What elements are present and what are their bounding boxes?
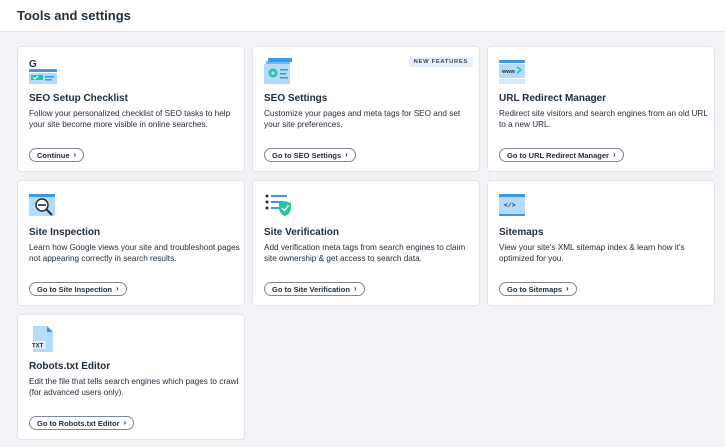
txt-file-icon: TXT <box>29 326 57 352</box>
continue-button[interactable]: Continue › <box>29 148 85 162</box>
card-title: SEO Settings <box>264 93 328 104</box>
chevron-right-icon: › <box>566 284 569 293</box>
txt-label: TXT <box>32 344 44 350</box>
go-to-robots-txt-editor-button[interactable]: Go to Robots.txt Editor › <box>29 416 135 430</box>
card-robots-txt-editor: TXT Robots.txt Editor Edit the file that… <box>17 314 245 440</box>
page-title: Tools and settings <box>17 8 131 23</box>
go-to-site-verification-button[interactable]: Go to Site Verification › <box>264 282 365 296</box>
button-label: Go to Site Verification <box>272 284 350 294</box>
card-title: Robots.txt Editor <box>29 361 111 372</box>
card-description: Learn how Google views your site and tro… <box>29 243 240 263</box>
www-label: www <box>501 69 516 75</box>
code-sitemap-icon: </> <box>499 192 527 218</box>
card-title: Site Verification <box>264 227 340 238</box>
card-seo-settings: NEW FEATURES SEO Settings Customize your… <box>252 46 480 172</box>
card-url-redirect-manager: www URL Redirect Manager Redirect site v… <box>487 46 715 172</box>
svg-text:G: G <box>29 59 37 70</box>
card-site-verification: Site Verification Add verification meta … <box>252 180 480 306</box>
button-label: Go to Sitemaps <box>507 284 563 294</box>
card-title: URL Redirect Manager <box>499 93 607 104</box>
chevron-right-icon: › <box>116 284 119 293</box>
card-description: View your site's XML sitemap index & lea… <box>499 243 685 263</box>
google-checklist-icon: G <box>29 58 57 84</box>
button-label: Continue <box>37 150 70 160</box>
chevron-right-icon: › <box>345 150 348 159</box>
card-description: Edit the file that tells search engines … <box>29 377 239 397</box>
button-label: Go to URL Redirect Manager <box>507 150 609 160</box>
go-to-seo-settings-button[interactable]: Go to SEO Settings › <box>264 148 356 162</box>
chevron-right-icon: › <box>612 150 616 159</box>
button-label: Go to Site Inspection <box>37 284 113 294</box>
chevron-right-icon: › <box>73 150 77 159</box>
page-header: Tools and settings <box>0 0 725 32</box>
card-site-inspection: Site Inspection Learn how Google views y… <box>17 180 245 306</box>
settings-gear-icon <box>264 58 292 84</box>
card-description: Add verification meta tags from search e… <box>264 243 466 263</box>
card-description: Customize your pages and meta tags for S… <box>264 109 461 129</box>
card-description: Follow your personalized checklist of SE… <box>29 109 231 129</box>
chevron-right-icon: › <box>123 418 127 427</box>
code-label: </> <box>504 202 516 209</box>
go-to-sitemaps-button[interactable]: Go to Sitemaps › <box>499 282 577 296</box>
go-to-url-redirect-manager-button[interactable]: Go to URL Redirect Manager › <box>499 148 624 162</box>
card-title: SEO Setup Checklist <box>29 93 128 104</box>
card-description: Redirect site visitors and search engine… <box>499 109 708 129</box>
button-label: Go to SEO Settings <box>272 150 342 160</box>
go-to-site-inspection-button[interactable]: Go to Site Inspection › <box>29 282 127 296</box>
button-label: Go to Robots.txt Editor <box>37 418 120 428</box>
chevron-right-icon: › <box>353 284 357 293</box>
card-title: Sitemaps <box>499 227 544 238</box>
card-title: Site Inspection <box>29 227 101 238</box>
new-features-badge: NEW FEATURES <box>408 57 473 67</box>
card-seo-setup-checklist: G SEO Setup Checklist Follow your person… <box>17 46 245 172</box>
card-sitemaps: </> Sitemaps View your site's XML sitema… <box>487 180 715 306</box>
verification-shield-icon <box>264 192 292 218</box>
magnifier-icon <box>29 192 57 218</box>
url-redirect-icon: www <box>499 58 527 84</box>
